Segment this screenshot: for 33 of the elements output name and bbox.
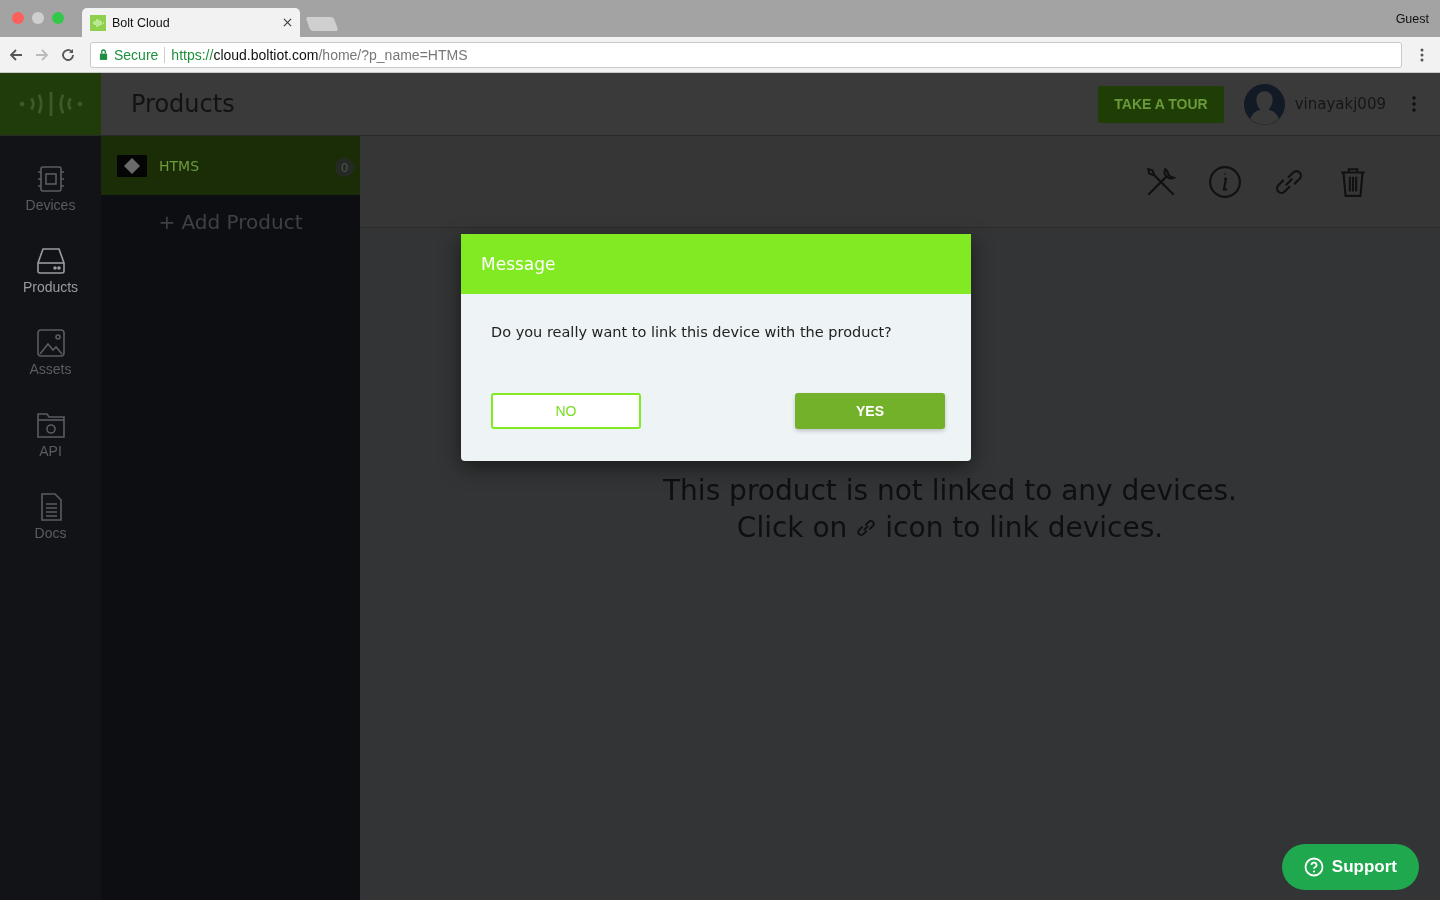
logo-block[interactable] [0,73,101,135]
sound-wave-icon [90,14,106,31]
info-icon[interactable] [1208,164,1242,199]
more-options-icon[interactable] [1420,46,1424,63]
address-field[interactable]: Secure https://cloud.boltiot.com/home/?p_name=HTMS [90,41,1402,68]
image-icon [34,327,67,359]
take-tour-button[interactable]: TAKE A TOUR [1098,85,1224,123]
dialog-message: Do you really want to link this device with the product? [491,324,893,340]
close-tab-icon[interactable] [283,18,292,27]
maximize-window-icon[interactable] [52,12,64,24]
profile-label[interactable]: Guest [1395,12,1429,26]
sidebar-item[interactable]: Docs [0,491,101,541]
lock-icon [99,49,108,60]
sidebar-item[interactable]: Assets [0,327,101,377]
drive-icon [34,245,67,277]
back-arrow-icon[interactable] [8,46,24,63]
avatar-silhouette-icon[interactable] [1243,83,1285,125]
dialog-title: Message [481,254,556,274]
signal-waves-icon [17,90,84,118]
sidebar-item[interactable]: Products [0,245,101,295]
close-window-icon[interactable] [12,12,24,24]
product-thumbnail-icon [117,154,147,177]
help-icon [1303,857,1324,877]
sidebar-item[interactable]: Devices [0,163,101,213]
support-button[interactable]: Support [1281,844,1419,890]
confirm-button[interactable]: YES [795,393,945,429]
browser-tab[interactable]: Bolt Cloud [82,8,300,37]
cancel-button[interactable]: NO [491,393,641,429]
new-tab-button[interactable] [305,17,339,31]
sidebar-item[interactable]: API [0,409,101,459]
reload-icon[interactable] [60,46,76,63]
minimize-window-icon[interactable] [32,12,44,24]
forward-arrow-icon[interactable] [34,46,50,63]
